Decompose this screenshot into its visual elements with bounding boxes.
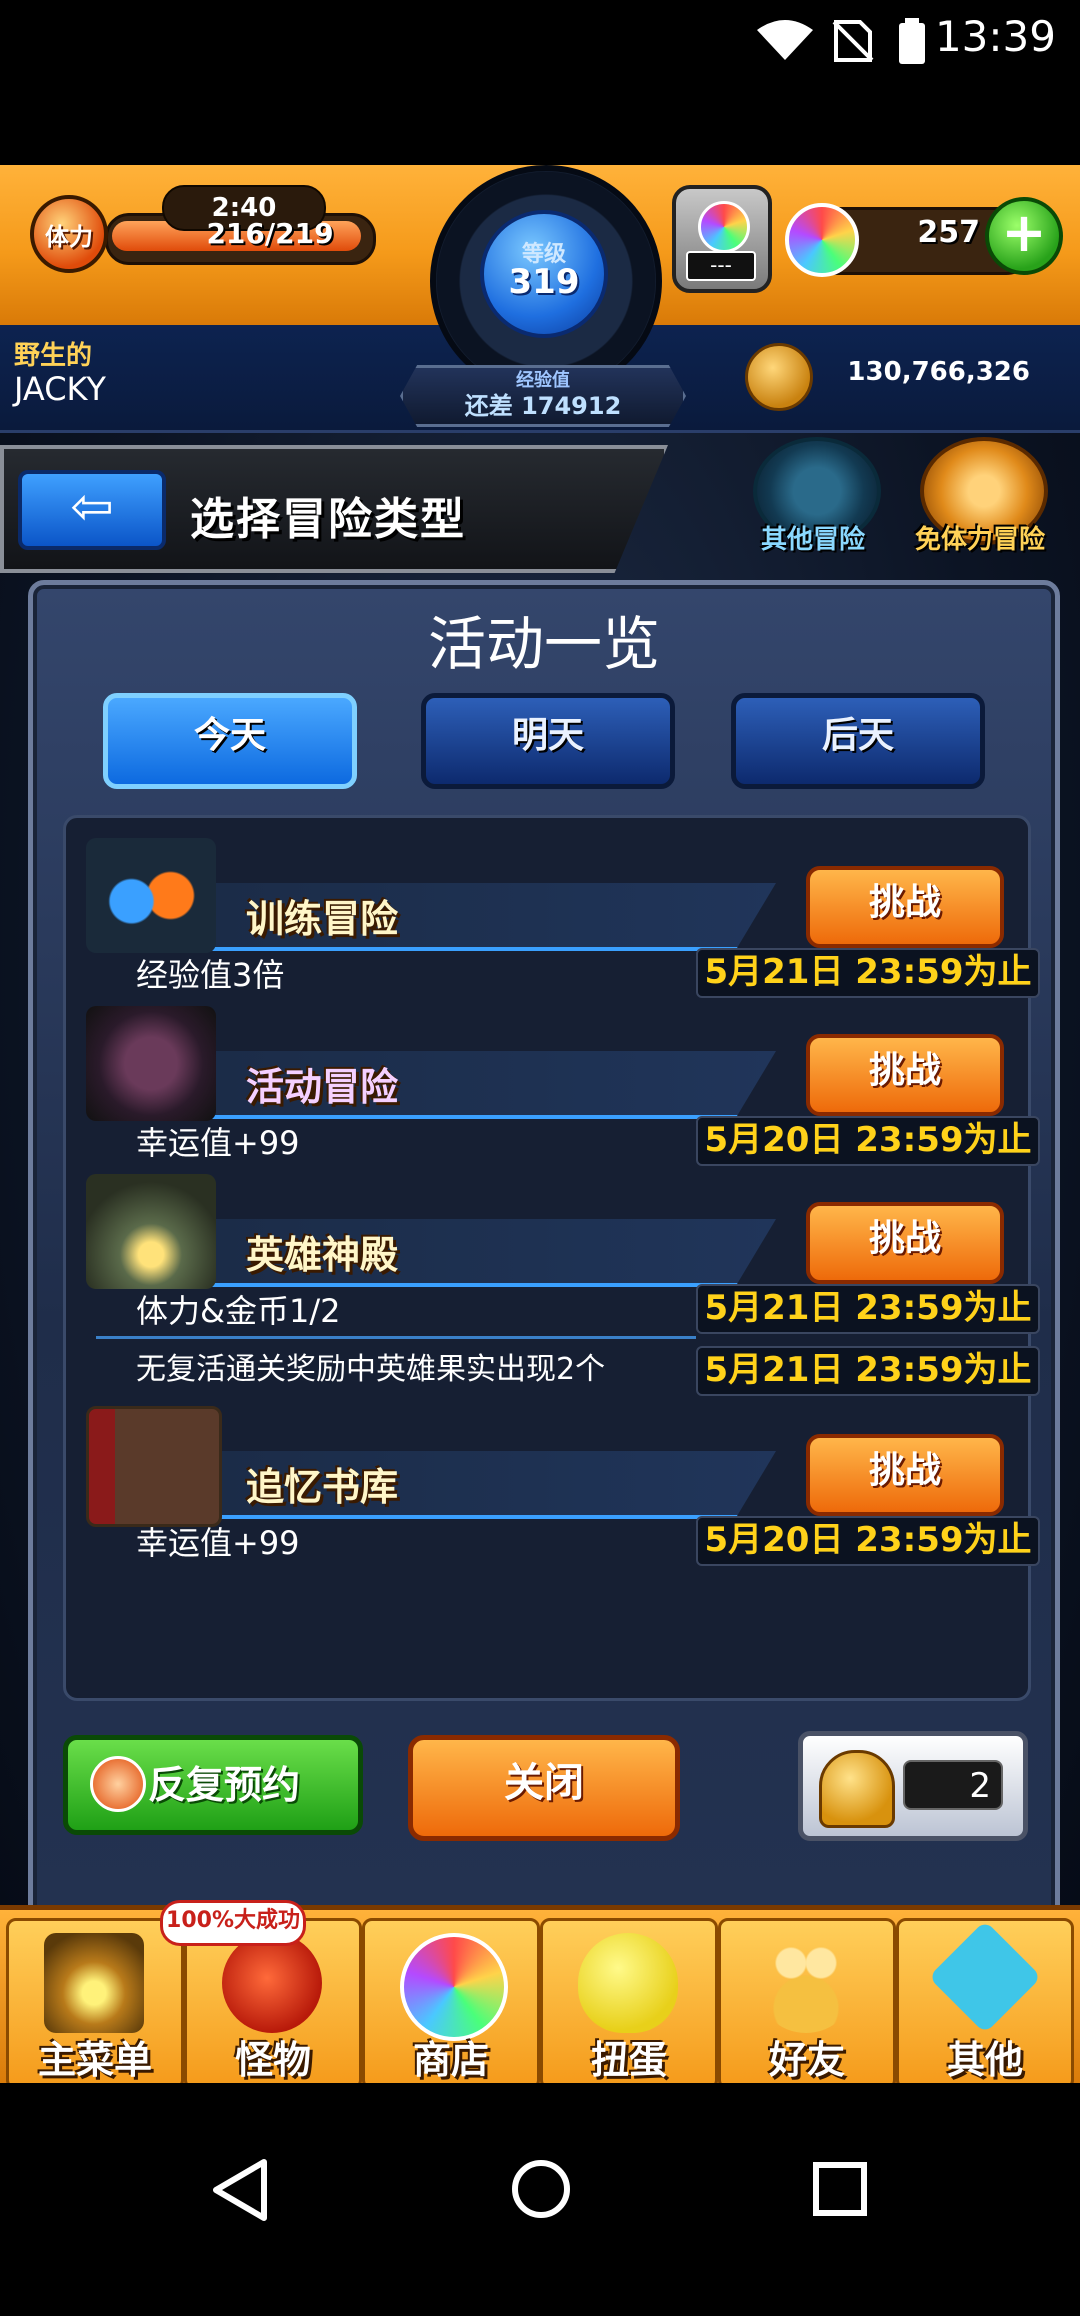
event-row: 训练冒险 挑战 经验值3倍 5月21日 23:59为止 [66,838,1040,998]
event-description: 幸运值+99 [136,1524,300,1562]
event-name: 追忆书库 [246,1465,399,1509]
modal-footer: 反复预约 关闭 2 [33,1731,1055,1855]
status-time: 13:39 [934,12,1056,61]
recents-nav-icon[interactable] [812,2161,868,2217]
event-row: 追忆书库 挑战 幸运值+99 5月20日 23:59为止 [66,1406,1040,1566]
player-title: 野生的 [14,341,93,371]
event-name: 英雄神殿 [246,1233,399,1277]
tab-today[interactable]: 今天 [103,693,357,789]
back-nav-icon[interactable] [210,2158,270,2222]
home-nav-icon[interactable] [510,2158,572,2220]
no-stamina-icon [90,1756,146,1812]
menu-friends[interactable]: 好友 [718,1918,896,2083]
tab-tomorrow[interactable]: 明天 [421,693,675,789]
exp-banner: 经验值 还差 174912 [400,365,686,427]
event-name: 活动冒险 [246,1065,399,1109]
bottom-menu: 主菜单 怪物 商店 扭蛋 好友 其他 100%大成功 [0,1900,1080,2083]
rainbow-orb-icon [400,1933,508,2041]
menu-label: 其他 [946,2038,1023,2082]
orb-icon [785,203,859,277]
question-icon [928,1920,1042,2034]
hero-temple-icon [86,1174,216,1289]
free-stamina-adventure-label: 免体力冒险 [914,525,1045,555]
egg-icon [578,1933,678,2033]
event-deadline: 5月20日 23:59为止 [696,1516,1040,1566]
close-button[interactable]: 关闭 [408,1735,680,1841]
event-row: 活动冒险 挑战 幸运值+99 5月20日 23:59为止 [66,1006,1040,1166]
level-badge[interactable]: 等级 319 [480,210,608,338]
coin-icon [745,343,813,411]
gacha-machine-icon[interactable]: --- [672,185,772,293]
other-adventure-label: 其他冒险 [760,525,865,555]
back-button[interactable]: ⇦ [18,470,166,550]
gate-icon [44,1933,144,2033]
menu-other[interactable]: 其他 [896,1918,1074,2083]
orb-count: 257 [917,215,980,250]
wifi-icon [757,20,813,60]
free-stamina-adventure-button[interactable]: 免体力冒险 [905,437,1055,557]
event-description-secondary: 无复活通关奖励中英雄果实出现2个 [136,1352,606,1387]
exp-remaining: 还差 174912 [464,392,622,420]
coin-count: 130,766,326 [847,357,1030,387]
gacha-status: --- [686,251,756,281]
divider [96,1336,696,1339]
other-adventure-button[interactable]: 其他冒险 [738,437,888,557]
menu-label: 商店 [412,2038,489,2082]
menu-label: 怪物 [234,2038,311,2082]
event-deadline: 5月20日 23:59为止 [696,1116,1040,1166]
menu-label: 主菜单 [37,2038,152,2082]
game-screen: 体力 2:40 216/219 等级 319 经验值 还差 174912 ---… [0,165,1080,2083]
event-monster-icon [86,1006,216,1121]
menu-main[interactable]: 主菜单 [6,1918,184,2083]
event-description: 幸运值+99 [136,1124,300,1162]
menu-gacha[interactable]: 扭蛋 [540,1918,718,2083]
event-deadline: 5月21日 23:59为止 [696,948,1040,998]
bell-count: 2 [903,1760,1003,1810]
tab-day-after-tomorrow[interactable]: 后天 [731,693,985,789]
event-description: 经验值3倍 [136,956,285,994]
modal-title: 活动一览 [427,610,660,678]
challenge-button[interactable]: 挑战 [806,1434,1004,1516]
event-list: 训练冒险 挑战 经验值3倍 5月21日 23:59为止 活动冒险 挑战 幸运值+… [63,815,1040,1701]
status-bar: 13:39 [0,0,1080,165]
no-sim-icon [832,20,874,62]
success-badge: 100%大成功 [160,1900,306,1946]
event-name: 训练冒险 [246,897,399,941]
bookshelf-icon [86,1406,222,1527]
stamina-icon[interactable]: 体力 [30,195,108,273]
add-orbs-button[interactable]: + [985,197,1063,275]
event-row: 英雄神殿 挑战 体力&金币1/2 5月21日 23:59为止 无复活通关奖励中英… [66,1174,1040,1396]
event-deadline: 5月21日 23:59为止 [696,1284,1040,1334]
event-list-modal: 活动一览 今天 明天 后天 训练冒险 挑战 经验值3倍 5月21日 23:59为… [28,580,1060,2060]
stamina-value: 216/219 [206,217,334,250]
challenge-button[interactable]: 挑战 [806,1034,1004,1116]
challenge-button[interactable]: 挑战 [806,1202,1004,1284]
training-monster-icon [86,838,216,953]
monster-icon [222,1933,322,2033]
challenge-button[interactable]: 挑战 [806,866,1004,948]
friends-icon [756,1933,856,2033]
event-description: 体力&金币1/2 [136,1292,341,1330]
level-value: 319 [508,262,580,302]
repeat-reserve-label: 反复预约 [148,1763,301,1807]
page-title: 选择冒险类型 [190,494,466,545]
battery-icon [899,18,925,64]
menu-label: 好友 [768,2038,845,2082]
player-name: JACKY [14,370,106,408]
bell-icon [819,1750,895,1828]
menu-label: 扭蛋 [590,2038,667,2082]
event-deadline-secondary: 5月21日 23:59为止 [696,1346,1040,1396]
bell-button[interactable]: 2 [798,1731,1028,1841]
repeat-reserve-button[interactable]: 反复预约 [63,1735,363,1835]
menu-shop[interactable]: 商店 [362,1918,540,2083]
navigation-bar [0,2083,1080,2316]
rainbow-orb-icon [698,201,750,253]
